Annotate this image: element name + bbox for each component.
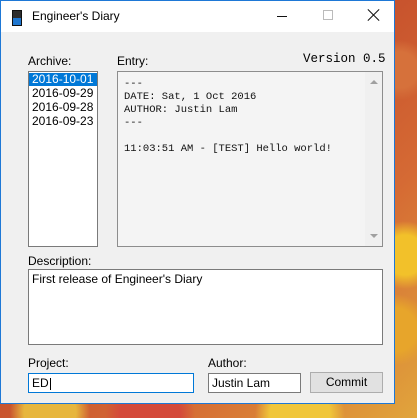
project-input[interactable]: ED (28, 373, 194, 393)
close-button[interactable] (351, 1, 396, 32)
entry-scrollbar[interactable] (365, 72, 382, 246)
project-label: Project: (28, 356, 69, 370)
archive-item[interactable]: 2016-10-01 (29, 73, 97, 86)
archive-item[interactable]: 2016-09-29 (29, 87, 97, 100)
entry-label: Entry: (117, 54, 149, 68)
scroll-up-icon[interactable] (370, 80, 378, 84)
project-input-value: ED (32, 376, 49, 390)
maximize-button[interactable] (306, 1, 351, 32)
commit-button[interactable]: Commit (310, 372, 383, 393)
maximize-icon (323, 10, 333, 20)
author-input-value: Justin Lam (212, 376, 271, 390)
description-text: First release of Engineer's Diary (32, 272, 203, 286)
scroll-down-icon[interactable] (370, 234, 378, 238)
title-bar[interactable]: Engineer's Diary (1, 1, 394, 32)
archive-label: Archive: (28, 54, 72, 68)
entry-text: --- DATE: Sat, 1 Oct 2016 AUTHOR: Justin… (124, 78, 332, 155)
app-window: Engineer's Diary Archive: Entry: Version… (0, 0, 395, 404)
author-input[interactable]: Justin Lam (208, 373, 301, 393)
archive-item[interactable]: 2016-09-23 (29, 115, 97, 128)
window-title: Engineer's Diary (32, 9, 120, 23)
author-label: Author: (208, 356, 247, 370)
version-label: Version 0.5 (303, 52, 386, 66)
archive-list[interactable]: 2016-10-01 2016-09-29 2016-09-28 2016-09… (28, 71, 98, 247)
description-label: Description: (28, 254, 92, 268)
archive-item[interactable]: 2016-09-28 (29, 101, 97, 114)
description-textarea[interactable]: First release of Engineer's Diary (28, 269, 383, 345)
entry-textbox[interactable]: --- DATE: Sat, 1 Oct 2016 AUTHOR: Justin… (117, 71, 383, 247)
minimize-icon (277, 16, 287, 17)
diary-app-icon (12, 10, 22, 26)
close-icon (368, 9, 380, 21)
text-caret (49, 377, 51, 390)
minimize-button[interactable] (260, 1, 305, 32)
